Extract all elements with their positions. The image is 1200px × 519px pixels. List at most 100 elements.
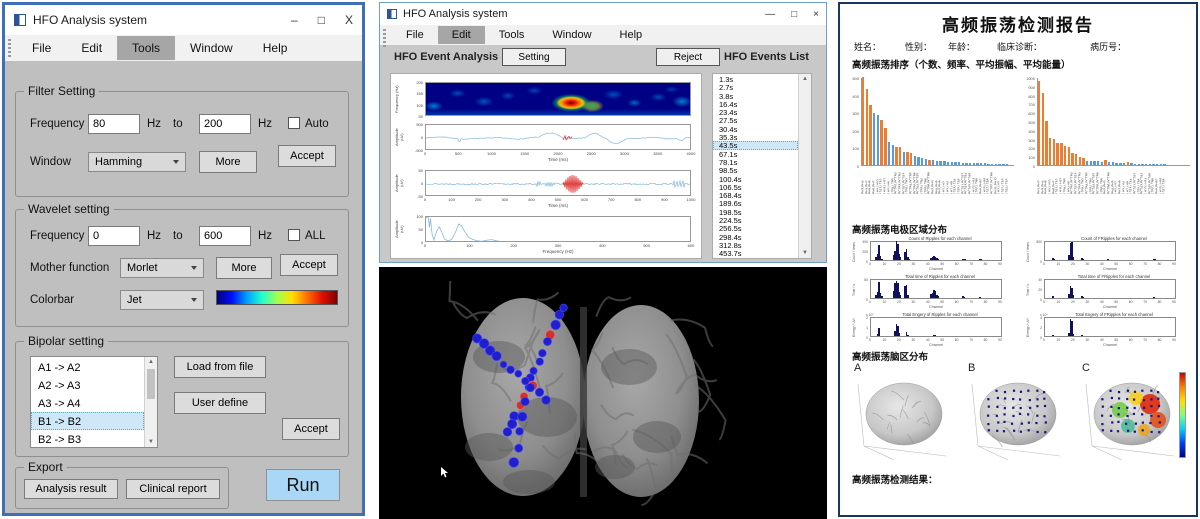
event-item[interactable]: 67.1s: [713, 150, 798, 158]
window-select[interactable]: Hamming: [88, 152, 186, 172]
export-label: Export: [24, 460, 67, 474]
menu-tools[interactable]: Tools: [485, 26, 539, 44]
close-icon[interactable]: X: [345, 13, 353, 27]
event-analysis-label: HFO Event Analysis: [394, 51, 498, 63]
hz-label: Hz: [147, 230, 161, 242]
midline: [580, 307, 587, 497]
brain-3d-view[interactable]: [379, 267, 827, 519]
chevron-down-icon: [173, 160, 179, 164]
event-item[interactable]: 43.5s: [713, 141, 798, 149]
wavelet-freq-from-input[interactable]: [88, 226, 140, 246]
menu-file[interactable]: File: [392, 26, 438, 44]
maximize-icon[interactable]: □: [791, 9, 797, 20]
patient-fields: 姓名： 性别： 年龄： 临床诊断： 病历号：: [854, 40, 1188, 53]
menu-help[interactable]: Help: [606, 26, 657, 44]
fripple-count-hist: Count of FRipples for each channelCount …: [1026, 236, 1188, 272]
colorbar-select[interactable]: Jet: [120, 290, 204, 310]
event-item[interactable]: 98.5s: [713, 166, 798, 174]
list-item[interactable]: A2 -> A3: [31, 376, 144, 394]
bipolar-setting-label: Bipolar setting: [24, 334, 108, 348]
events-scrollbar[interactable]: ▲ ▼: [798, 74, 811, 258]
wavelet-more-button[interactable]: More: [216, 257, 272, 279]
bipolar-setting-group: Bipolar setting A1 -> A2A2 -> A3A3 -> A4…: [15, 341, 349, 457]
list-item[interactable]: A1 -> A2: [31, 358, 144, 376]
menu-tools[interactable]: Tools: [117, 36, 175, 60]
event-item[interactable]: 2.7s: [713, 83, 798, 91]
wavelet-accept-button[interactable]: Accept: [280, 254, 338, 276]
wavelet-freq-to-input[interactable]: [199, 226, 251, 246]
filter-setting-label: Filter Setting: [24, 84, 99, 98]
event-item[interactable]: 198.5s: [713, 208, 798, 216]
filter-more-button[interactable]: More: [199, 151, 257, 173]
analysis-titlebar: HFO Analysis system — □ ×: [380, 3, 826, 25]
scroll-up-icon[interactable]: ▲: [799, 76, 811, 82]
minimize-icon[interactable]: –: [291, 13, 298, 27]
menu-file[interactable]: File: [17, 36, 66, 60]
list-item[interactable]: B1 -> B2: [31, 412, 144, 430]
clinical-report-button[interactable]: Clinical report: [126, 479, 220, 499]
clinical-report: 高频振荡检测报告 姓名： 性别： 年龄： 临床诊断： 病历号： 高频振荡排序（个…: [838, 2, 1198, 517]
list-item[interactable]: A3 -> A4: [31, 394, 144, 412]
all-checkbox[interactable]: [288, 229, 300, 241]
scroll-down-icon[interactable]: ▼: [799, 250, 811, 256]
window-title: HFO Analysis system: [403, 8, 508, 20]
mother-function-select[interactable]: Morlet: [120, 258, 204, 278]
event-item[interactable]: 224.5s: [713, 216, 798, 224]
menu-help[interactable]: Help: [248, 36, 303, 60]
fripple-energy-hist: Total Engery of FRipples for each channe…: [1026, 312, 1188, 348]
reject-button[interactable]: Reject: [656, 48, 720, 66]
event-item[interactable]: 3.8s: [713, 92, 798, 100]
menu-window[interactable]: Window: [538, 26, 605, 44]
event-item[interactable]: 106.5s: [713, 183, 798, 191]
analysis-window: HFO Analysis system — □ × File Edit Tool…: [379, 2, 827, 263]
close-icon[interactable]: ×: [813, 9, 819, 20]
scroll-down-icon[interactable]: ▼: [145, 439, 157, 445]
event-item[interactable]: 312.8s: [713, 241, 798, 249]
setting-button[interactable]: Setting: [502, 48, 566, 66]
auto-label: Auto: [305, 118, 329, 130]
event-item[interactable]: 189.6s: [713, 199, 798, 207]
to-label: to: [173, 118, 183, 130]
analysis-result-button[interactable]: Analysis result: [24, 479, 118, 499]
filter-freq-from-input[interactable]: [88, 114, 140, 134]
scroll-up-icon[interactable]: ▲: [145, 359, 157, 365]
menu-gripper-icon: [8, 39, 11, 57]
event-item[interactable]: 30.4s: [713, 125, 798, 133]
run-button[interactable]: Run: [266, 469, 340, 501]
event-item[interactable]: 16.4s: [713, 100, 798, 108]
fripple-time-hist: Total time of FRipples for each channelT…: [1026, 274, 1188, 310]
event-item[interactable]: 298.4s: [713, 233, 798, 241]
user-define-button[interactable]: User define: [174, 392, 266, 414]
event-item[interactable]: 23.4s: [713, 108, 798, 116]
menu-window[interactable]: Window: [175, 36, 248, 60]
bipolar-accept-button[interactable]: Accept: [282, 418, 340, 440]
event-item[interactable]: 27.5s: [713, 116, 798, 124]
bipolar-scrollbar[interactable]: ▲ ▼: [144, 357, 157, 447]
minimize-icon[interactable]: —: [765, 9, 775, 20]
hfo-events-list[interactable]: 1.3s2.7s3.8s16.4s23.4s27.5s30.4s35.3s43.…: [712, 73, 812, 259]
filter-freq-to-input[interactable]: [199, 114, 251, 134]
maximize-icon[interactable]: □: [318, 13, 325, 27]
event-item[interactable]: 35.3s: [713, 133, 798, 141]
app-icon: [387, 9, 397, 19]
event-item[interactable]: 168.4s: [713, 191, 798, 199]
menu-edit[interactable]: Edit: [438, 26, 485, 44]
load-from-file-button[interactable]: Load from file: [174, 356, 266, 378]
spectrogram-plot: Frequency (Hz)20015010050: [391, 76, 703, 120]
analysis-menubar: File Edit Tools Window Help: [380, 25, 826, 45]
colorbar-label: Colorbar: [30, 294, 74, 306]
bipolar-listbox[interactable]: A1 -> A2A2 -> A3A3 -> A4B1 -> B2B2 -> B3…: [30, 356, 158, 448]
event-item[interactable]: 100.4s: [713, 175, 798, 183]
cursor-icon: [441, 467, 448, 478]
filter-accept-button[interactable]: Accept: [278, 145, 336, 167]
event-plots-panel: Frequency (Hz)20015010050 Amplitude (uV)…: [390, 73, 702, 259]
list-item[interactable]: B2 -> B3: [31, 430, 144, 448]
scroll-thumb[interactable]: [147, 369, 155, 399]
event-item[interactable]: 453.7s: [713, 249, 798, 257]
menu-edit[interactable]: Edit: [66, 36, 117, 60]
auto-checkbox[interactable]: [288, 117, 300, 129]
event-item[interactable]: 256.5s: [713, 224, 798, 232]
event-item[interactable]: 1.3s: [713, 75, 798, 83]
event-item[interactable]: 78.1s: [713, 158, 798, 166]
section-result-heading: 高频振荡检测结果：: [852, 472, 938, 486]
